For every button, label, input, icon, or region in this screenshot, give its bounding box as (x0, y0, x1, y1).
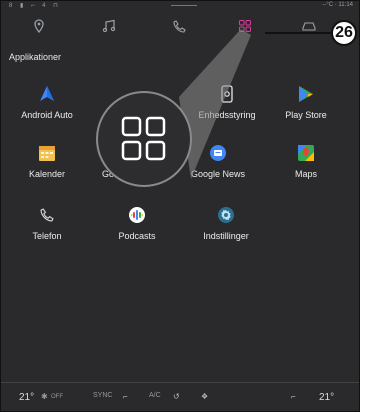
sync-button[interactable]: SYNC (93, 392, 112, 399)
recirculation-icon[interactable]: ↺ (173, 392, 180, 401)
temp-left[interactable]: 21° (19, 392, 34, 403)
apps-grid-icon (121, 116, 166, 161)
callout-line (265, 32, 333, 34)
seat-heat-right-icon[interactable]: ⌐ (291, 392, 296, 401)
infotainment-screen: 8 ▮ ⌐ 4 ⊓ --°C · 11:14 Applikationer And… (0, 0, 360, 412)
magnified-apps-icon (96, 91, 192, 187)
seat-icon[interactable]: ⌐ (123, 392, 128, 401)
zoom-cone (179, 29, 251, 179)
callout-number: 26 (331, 20, 357, 46)
ac-button[interactable]: A/C (149, 392, 161, 399)
fan-icon[interactable]: ✱ (41, 392, 48, 401)
temp-right[interactable]: 21° (319, 392, 334, 403)
defrost-icon[interactable]: ❖ (201, 392, 208, 401)
fan-off-label: OFF (51, 394, 63, 400)
climate-bar: 21° ✱ OFF SYNC ⌐ A/C ↺ ❖ ⌐ 21° (1, 382, 359, 411)
